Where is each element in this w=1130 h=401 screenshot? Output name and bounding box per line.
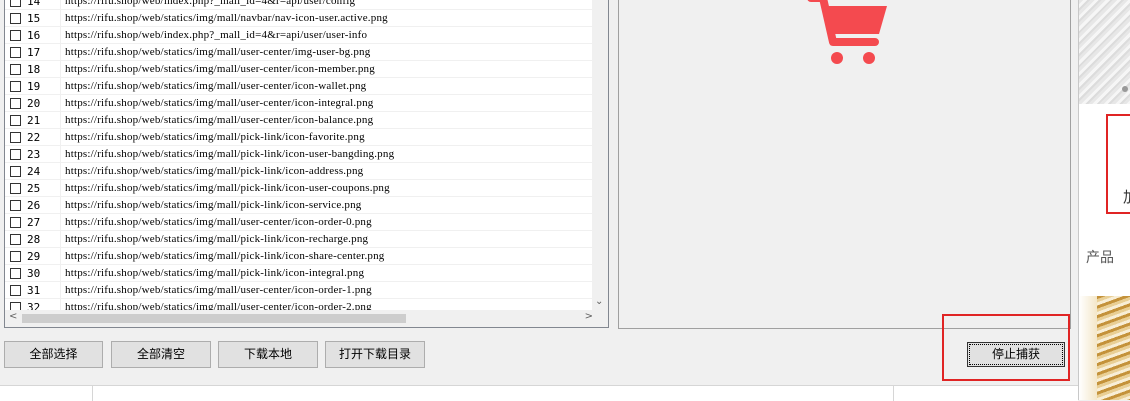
background-webpage: 加 产品 bbox=[1078, 0, 1130, 400]
row-url: https://rifu.shop/web/statics/img/mall/u… bbox=[65, 80, 367, 92]
row-url: https://rifu.shop/web/statics/img/mall/p… bbox=[65, 233, 369, 245]
row-checkbox[interactable] bbox=[10, 81, 21, 92]
row-number: 20 bbox=[27, 97, 41, 110]
vertical-scrollbar[interactable]: ⌄ bbox=[592, 0, 608, 311]
list-row[interactable]: 28 https://rifu.shop/web/statics/img/mall… bbox=[5, 231, 597, 248]
list-row[interactable]: 29 https://rifu.shop/web/statics/img/mall… bbox=[5, 248, 597, 265]
url-list-rows: 14 https://rifu.shop/web/index.php?_mall_… bbox=[5, 0, 597, 316]
row-url: https://rifu.shop/web/statics/img/mall/p… bbox=[65, 267, 365, 279]
row-checkbox[interactable] bbox=[10, 115, 21, 126]
horizontal-scroll-thumb[interactable] bbox=[22, 314, 406, 323]
row-number: 29 bbox=[27, 250, 41, 263]
clear-all-button[interactable]: 全部清空 bbox=[111, 341, 211, 368]
horizontal-scrollbar[interactable]: < > bbox=[5, 310, 597, 327]
list-row[interactable]: 30 https://rifu.shop/web/statics/img/mall… bbox=[5, 265, 597, 282]
row-checkbox[interactable] bbox=[10, 98, 21, 109]
row-url: https://rifu.shop/web/index.php?_mall_id… bbox=[65, 29, 368, 41]
row-checkbox[interactable] bbox=[10, 268, 21, 279]
row-url: https://rifu.shop/web/statics/img/mall/p… bbox=[65, 250, 385, 262]
list-row[interactable]: 19 https://rifu.shop/web/statics/img/mall… bbox=[5, 78, 597, 95]
scroll-left-arrow-icon[interactable]: < bbox=[9, 311, 17, 322]
rice-product-image bbox=[1079, 0, 1130, 104]
list-row[interactable]: 25 https://rifu.shop/web/statics/img/mall… bbox=[5, 180, 597, 197]
row-checkbox[interactable] bbox=[10, 285, 21, 296]
row-url: https://rifu.shop/web/statics/img/mall/n… bbox=[65, 12, 388, 24]
row-url: https://rifu.shop/web/statics/img/mall/u… bbox=[65, 114, 374, 126]
row-number: 23 bbox=[27, 148, 41, 161]
row-checkbox[interactable] bbox=[10, 47, 21, 58]
list-row[interactable]: 17 https://rifu.shop/web/statics/img/mall… bbox=[5, 44, 597, 61]
list-row[interactable]: 18 https://rifu.shop/web/statics/img/mall… bbox=[5, 61, 597, 78]
list-row[interactable]: 23 https://rifu.shop/web/statics/img/mall… bbox=[5, 146, 597, 163]
row-url: https://rifu.shop/web/statics/img/mall/p… bbox=[65, 199, 362, 211]
scroll-down-arrow-icon[interactable]: ⌄ bbox=[595, 296, 603, 307]
row-checkbox[interactable] bbox=[10, 183, 21, 194]
row-number: 27 bbox=[27, 216, 41, 229]
row-url: https://rifu.shop/web/statics/img/mall/u… bbox=[65, 216, 372, 228]
row-checkbox[interactable] bbox=[10, 30, 21, 41]
list-row[interactable]: 26 https://rifu.shop/web/statics/img/mall… bbox=[5, 197, 597, 214]
row-url: https://rifu.shop/web/statics/img/mall/u… bbox=[65, 46, 371, 58]
row-checkbox[interactable] bbox=[10, 234, 21, 245]
shopping-cart-icon bbox=[807, 0, 887, 64]
wheat-product-image bbox=[1097, 296, 1130, 400]
row-checkbox[interactable] bbox=[10, 64, 21, 75]
image-fade bbox=[1079, 296, 1097, 400]
row-number: 15 bbox=[27, 12, 41, 25]
url-list[interactable]: 14 https://rifu.shop/web/index.php?_mall_… bbox=[4, 0, 609, 328]
row-url: https://rifu.shop/web/statics/img/mall/p… bbox=[65, 131, 365, 143]
row-number: 19 bbox=[27, 80, 41, 93]
row-url: https://rifu.shop/web/statics/img/mall/u… bbox=[65, 63, 375, 75]
row-url: https://rifu.shop/web/statics/img/mall/p… bbox=[65, 148, 395, 160]
row-url: https://rifu.shop/web/statics/img/mall/p… bbox=[65, 182, 390, 194]
row-checkbox[interactable] bbox=[10, 13, 21, 24]
row-number: 30 bbox=[27, 267, 41, 280]
row-checkbox[interactable] bbox=[10, 149, 21, 160]
stop-capture-button[interactable]: 停止捕获 bbox=[967, 342, 1065, 367]
list-row[interactable]: 21 https://rifu.shop/web/statics/img/mall… bbox=[5, 112, 597, 129]
row-number: 28 bbox=[27, 233, 41, 246]
list-row[interactable]: 16 https://rifu.shop/web/index.php?_mall_… bbox=[5, 27, 597, 44]
row-checkbox[interactable] bbox=[10, 200, 21, 211]
row-checkbox[interactable] bbox=[10, 217, 21, 228]
select-all-button[interactable]: 全部选择 bbox=[4, 341, 103, 368]
row-number: 25 bbox=[27, 182, 41, 195]
list-row[interactable]: 24 https://rifu.shop/web/statics/img/mall… bbox=[5, 163, 597, 180]
row-number: 26 bbox=[27, 199, 41, 212]
row-number: 18 bbox=[27, 63, 41, 76]
download-local-button[interactable]: 下载本地 bbox=[218, 341, 318, 368]
products-label: 产品 bbox=[1086, 250, 1114, 266]
row-checkbox[interactable] bbox=[10, 166, 21, 177]
list-row[interactable]: 31 https://rifu.shop/web/statics/img/mall… bbox=[5, 282, 597, 299]
list-row[interactable]: 22 https://rifu.shop/web/statics/img/mall… bbox=[5, 129, 597, 146]
row-url: https://rifu.shop/web/statics/img/mall/u… bbox=[65, 97, 374, 109]
row-number: 21 bbox=[27, 114, 41, 127]
row-checkbox[interactable] bbox=[10, 0, 21, 7]
row-number: 24 bbox=[27, 165, 41, 178]
row-url: https://rifu.shop/web/statics/img/mall/p… bbox=[65, 165, 364, 177]
bottom-strip bbox=[0, 385, 1078, 401]
list-row[interactable]: 20 https://rifu.shop/web/statics/img/mall… bbox=[5, 95, 597, 112]
row-number: 22 bbox=[27, 131, 41, 144]
partial-text: 加 bbox=[1123, 186, 1130, 207]
row-number: 16 bbox=[27, 29, 41, 42]
row-url: https://rifu.shop/web/statics/img/mall/u… bbox=[65, 284, 372, 296]
carousel-dot-icon bbox=[1122, 86, 1128, 92]
scroll-corner bbox=[592, 310, 608, 327]
image-preview-pane bbox=[618, 0, 1071, 329]
list-row[interactable]: 15 https://rifu.shop/web/statics/img/mall… bbox=[5, 10, 597, 27]
open-download-folder-button[interactable]: 打开下载目录 bbox=[325, 341, 425, 368]
row-number: 17 bbox=[27, 46, 41, 59]
row-checkbox[interactable] bbox=[10, 251, 21, 262]
row-number: 31 bbox=[27, 284, 41, 297]
list-row[interactable]: 14 https://rifu.shop/web/index.php?_mall_… bbox=[5, 0, 597, 10]
row-checkbox[interactable] bbox=[10, 132, 21, 143]
list-row[interactable]: 27 https://rifu.shop/web/statics/img/mall… bbox=[5, 214, 597, 231]
